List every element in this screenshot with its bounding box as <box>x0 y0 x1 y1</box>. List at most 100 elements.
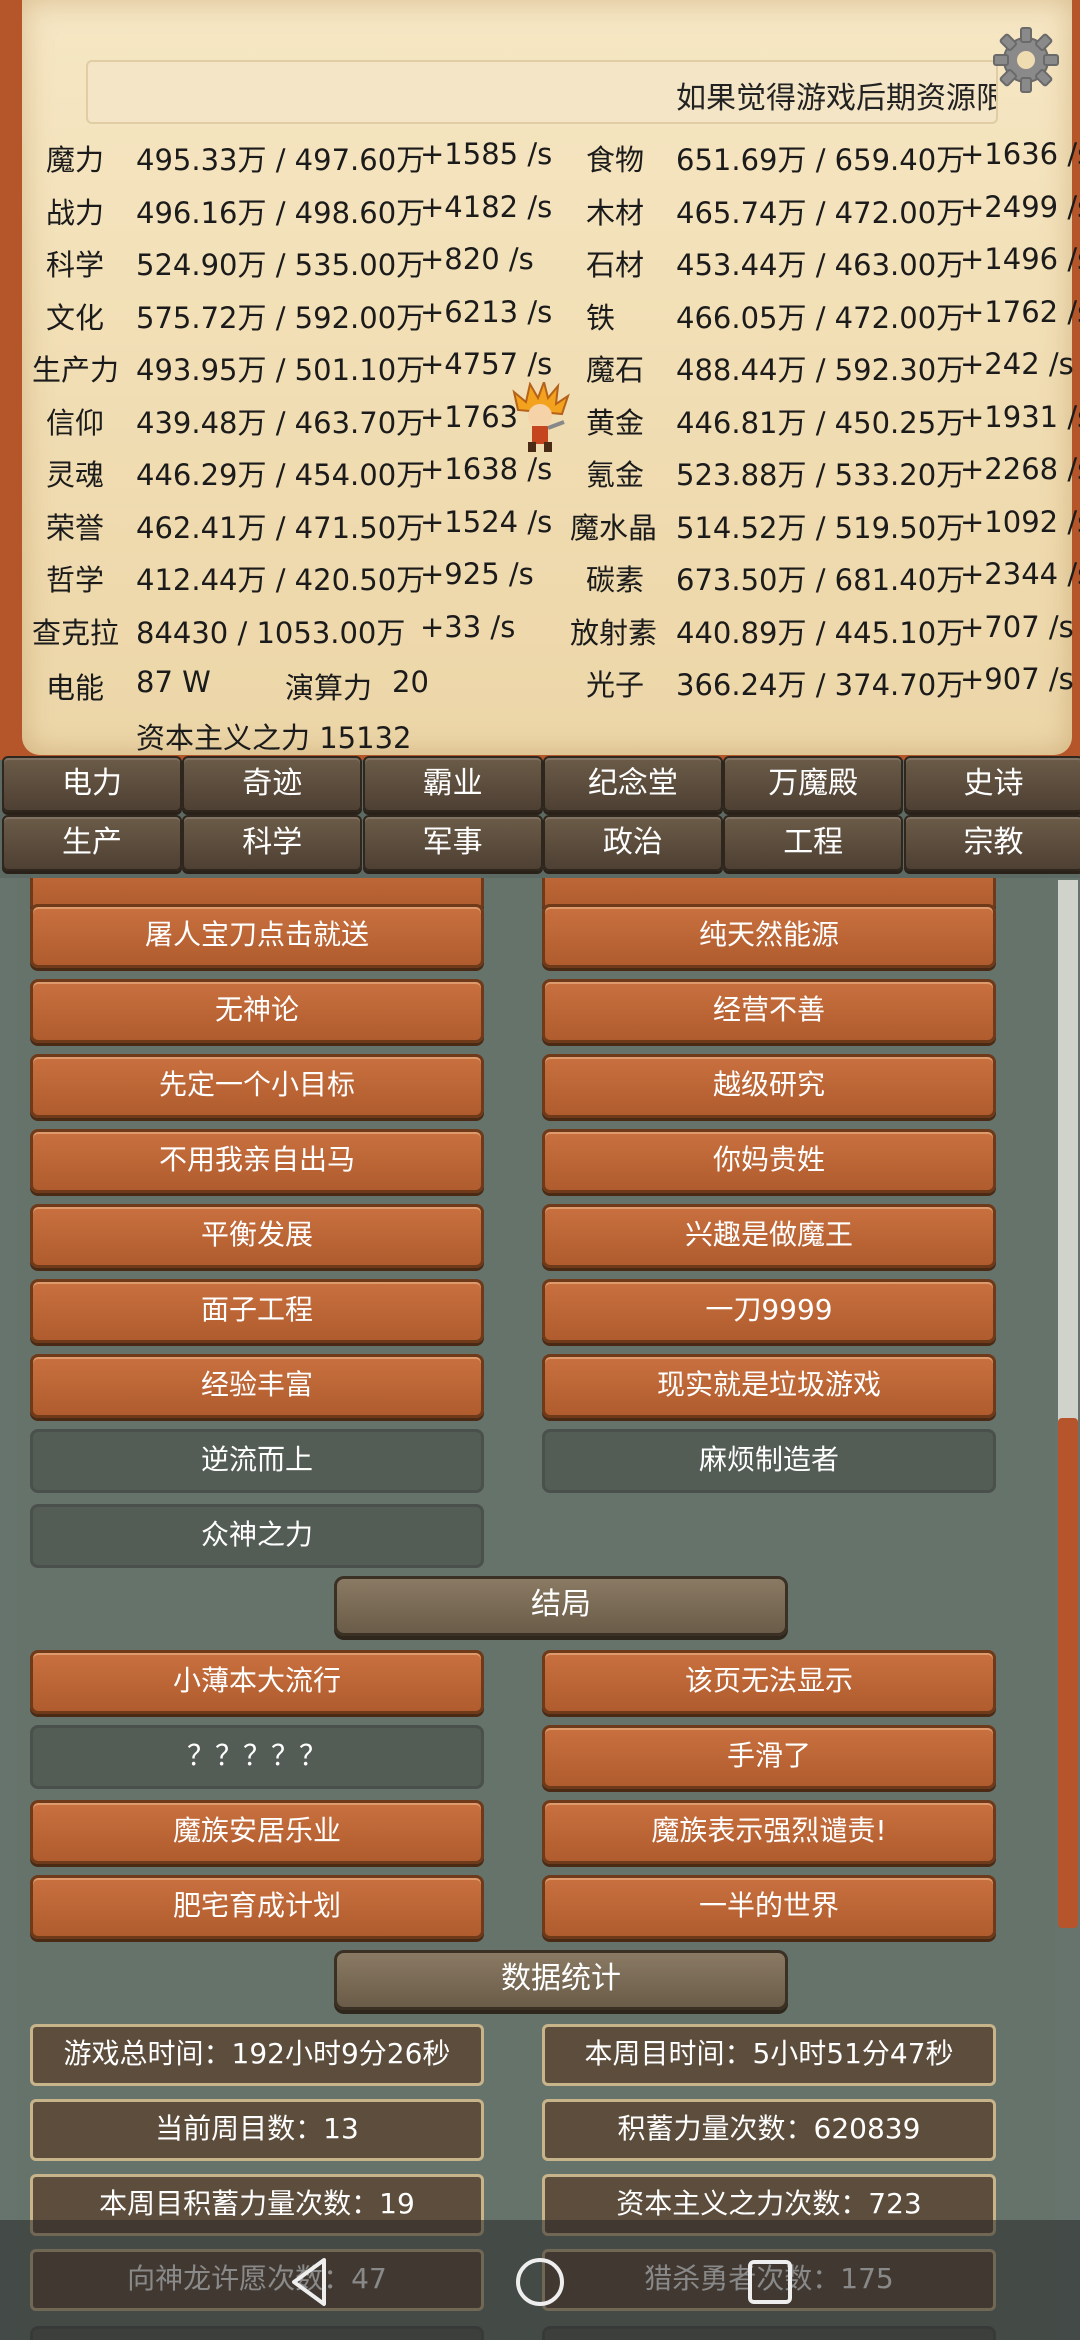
stat-item: 本周目时间：5小时51分47秒 <box>542 2024 996 2086</box>
announcement-text: 如果觉得游戏后期资源限制 <box>676 81 996 116</box>
tab-4-row2[interactable]: 工程 <box>723 815 904 871</box>
achievement-button[interactable]: 纯天然能源 <box>542 904 996 968</box>
resource-rate: +1524 /s <box>420 504 553 539</box>
ending-button[interactable]: 该页无法显示 <box>542 1650 996 1714</box>
resource-value: 495.33万 / 497.60万 <box>136 143 426 177</box>
tab-2-row2[interactable]: 军事 <box>362 815 543 871</box>
demon-king-avatar-icon <box>512 382 570 452</box>
resource-name: 光子 <box>586 668 645 702</box>
resource-value: 412.44万 / 420.50万 <box>136 563 426 597</box>
resource-name: 信仰 <box>46 405 105 440</box>
resource-name: 魔石 <box>586 353 645 387</box>
resource-value: 462.41万 / 471.50万 <box>136 510 426 545</box>
resource-name: 木材 <box>586 195 645 230</box>
resource-name: 碳素 <box>586 563 645 597</box>
content-list: 屠人宝刀点击就送 纯天然能源 无神论 经营不善 先定一个小目标 越级研究 不用我亲自出马 你妈… <box>18 878 1054 2340</box>
resource-value: 524.90万 / 535.00万 <box>136 248 426 282</box>
achievement-button[interactable]: 越级研究 <box>542 1054 996 1118</box>
resource-value: 366.24万 / 374.70万 <box>676 668 966 702</box>
tab-3-row2[interactable]: 政治 <box>542 815 723 871</box>
resource-value: 439.48万 / 463.70万 <box>136 405 426 440</box>
resource-name: 食物 <box>586 143 645 177</box>
ending-button[interactable]: 手滑了 <box>542 1725 996 1789</box>
achievement-button[interactable]: 屠人宝刀点击就送 <box>30 904 484 968</box>
achievement-button[interactable]: 经验丰富 <box>30 1354 484 1418</box>
stat-item: 当前周目数：13 <box>30 2099 484 2161</box>
achievement-button[interactable]: 不用我亲自出马 <box>30 1129 484 1193</box>
capitalism-power: 资本主义之力 15132 <box>136 721 412 755</box>
resource-rate: +1762 /s <box>960 294 1080 329</box>
resource-name: 科学 <box>46 248 105 282</box>
resource-rate: +1636 /s <box>960 137 1080 171</box>
recent-apps-icon[interactable] <box>740 2252 800 2312</box>
system-nav-bar <box>0 2220 1080 2340</box>
compute-value: 20 <box>392 665 429 699</box>
tab-0-row1[interactable]: 电力 <box>2 756 182 812</box>
achievement-button[interactable]: 你妈贵姓 <box>542 1129 996 1193</box>
resource-value: 496.16万 / 498.60万 <box>136 195 426 230</box>
achievement-button: 麻烦制造者 <box>542 1429 996 1493</box>
achievement-button: 众神之力 <box>30 1504 484 1568</box>
achievement-button[interactable]: 现实就是垃圾游戏 <box>542 1354 996 1418</box>
resource-name: 放射素 <box>570 615 658 650</box>
resource-name: 荣誉 <box>46 510 105 545</box>
resource-value: 446.29万 / 454.00万 <box>136 458 426 492</box>
scrollbar-thumb[interactable] <box>1058 1418 1078 1928</box>
resource-value: 493.95万 / 501.10万 <box>136 353 426 387</box>
tab-4-row1[interactable]: 万魔殿 <box>723 756 904 812</box>
home-icon[interactable] <box>510 2252 570 2312</box>
tab-1-row1[interactable]: 奇迹 <box>182 756 363 812</box>
resource-name: 哲学 <box>46 563 105 597</box>
back-icon[interactable] <box>280 2252 340 2312</box>
resource-rate: +2499 /s <box>960 189 1080 224</box>
tab-3-row1[interactable]: 纪念堂 <box>542 756 723 812</box>
ending-button[interactable]: 肥宅育成计划 <box>30 1875 484 1939</box>
resource-value: 453.44万 / 463.00万 <box>676 248 966 282</box>
resource-rate: +2268 /s <box>960 452 1080 486</box>
resource-name: 生产力 <box>32 353 120 387</box>
resource-value: 575.72万 / 592.00万 <box>136 300 426 335</box>
resource-rate: +1496 /s <box>960 242 1080 276</box>
resource-rate: +6213 /s <box>420 294 553 329</box>
ending-button[interactable]: 魔族安居乐业 <box>30 1800 484 1864</box>
resource-value: 514.52万 / 519.50万 <box>676 510 966 545</box>
resource-name: 石材 <box>586 248 645 282</box>
tab-1-row2[interactable]: 科学 <box>182 815 363 871</box>
achievement-button[interactable]: 经营不善 <box>542 979 996 1043</box>
resource-name: 氪金 <box>586 458 645 492</box>
endings-header: 结局 <box>334 1576 788 1636</box>
achievement-button[interactable]: 兴趣是做魔王 <box>542 1204 996 1268</box>
settings-gear-icon[interactable] <box>990 24 1062 96</box>
resource-rate: +1092 /s <box>960 504 1080 539</box>
resource-rate: +925 /s <box>420 557 534 591</box>
achievement-button[interactable]: 无神论 <box>30 979 484 1043</box>
achievement-button[interactable]: 面子工程 <box>30 1279 484 1343</box>
stat-item: 游戏总时间：192小时9分26秒 <box>30 2024 484 2086</box>
resource-rate: +820 /s <box>420 242 534 276</box>
resource-rate: +33 /s <box>420 609 516 644</box>
resource-rate: +1585 /s <box>420 137 553 171</box>
ending-button[interactable]: 魔族表示强烈谴责! <box>542 1800 996 1864</box>
resource-name: 魔力 <box>46 143 105 177</box>
ending-button[interactable]: 小薄本大流行 <box>30 1650 484 1714</box>
tab-5-row2[interactable]: 宗教 <box>903 815 1080 871</box>
power-label: 电能 <box>46 671 105 705</box>
achievement-button[interactable]: 平衡发展 <box>30 1204 484 1268</box>
resource-name: 铁 <box>586 300 616 335</box>
announcement-marquee: 如果觉得游戏后期资源限制 <box>86 60 998 124</box>
resource-value: 523.88万 / 533.20万 <box>676 458 966 492</box>
stats-header: 数据统计 <box>334 1950 788 2010</box>
tab-0-row2[interactable]: 生产 <box>2 815 182 871</box>
achievement-button[interactable]: 先定一个小目标 <box>30 1054 484 1118</box>
power-value: 87 W <box>136 665 211 699</box>
ending-button[interactable]: 一半的世界 <box>542 1875 996 1939</box>
ending-button: ？？？？？ <box>30 1725 484 1789</box>
tab-5-row1[interactable]: 史诗 <box>903 756 1080 812</box>
resource-rate: +242 /s <box>960 347 1074 381</box>
resource-value: 84430 / 1053.00万 <box>136 615 406 650</box>
stat-item: 积蓄力量次数：620839 <box>542 2099 996 2161</box>
tab-2-row1[interactable]: 霸业 <box>362 756 543 812</box>
content-scroll-area[interactable]: 屠人宝刀点击就送 纯天然能源 无神论 经营不善 先定一个小目标 越级研究 不用我亲自出马 你妈… <box>0 878 1080 2340</box>
achievement-button[interactable]: 一刀9999 <box>542 1279 996 1343</box>
resource-value: 673.50万 / 681.40万 <box>676 563 966 597</box>
